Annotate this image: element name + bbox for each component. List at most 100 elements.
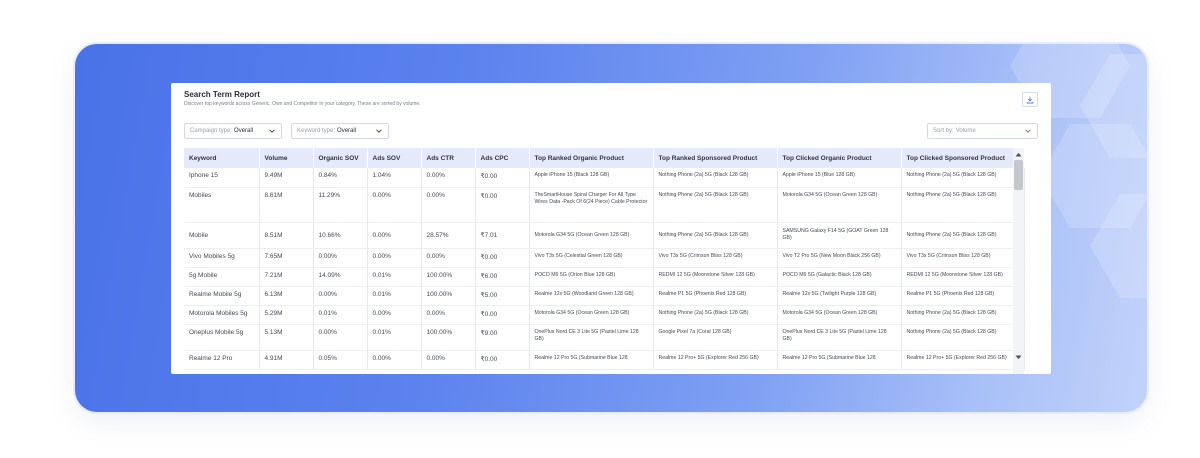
ads-ctr-cell: 0.00%: [421, 350, 476, 370]
top-clicked-organic-cell: POCO M6 5G (Galactic Black 128 GB): [777, 267, 902, 287]
ads-sov-cell: 0.00%: [367, 187, 422, 223]
scrollbar-thumb[interactable]: [1014, 160, 1023, 190]
download-button[interactable]: [1022, 92, 1038, 107]
table-row[interactable]: Iphone 15 9.49M 0.84% 1.04% 0.00% ₹0.00 …: [184, 168, 1025, 188]
column-header[interactable]: Top Ranked Organic Product: [529, 148, 654, 168]
ads-sov-cell: 0.00%: [367, 305, 422, 325]
table-row[interactable]: Motorola Mobiles 5g 5.29M 0.01% 0.00% 0.…: [184, 305, 1025, 325]
volume-cell: 5.29M: [259, 305, 314, 325]
top-ranked-sponsored-cell: REDMI 12 5G (Moonstone Silver 128 GB): [653, 267, 778, 287]
ads-cpc-cell: ₹7.01: [475, 222, 530, 249]
table-row[interactable]: Mobiles 8.61M 11.29% 0.00% 0.00% ₹0.00 T…: [184, 187, 1025, 223]
ads-ctr-cell: 100.00%: [421, 267, 476, 287]
top-clicked-sponsored-cell: Nothing Phone (2a) 5G (Black 128 GB): [901, 324, 1025, 351]
column-header[interactable]: Volume: [259, 148, 314, 168]
ads-ctr-cell: 100.00%: [421, 286, 476, 306]
organic-sov-cell: 0.00%: [313, 324, 368, 351]
top-clicked-sponsored-cell: Vivo T3x 5G (Crimson Bliss 128 GB): [901, 248, 1025, 268]
organic-sov-cell: 0.84%: [313, 168, 368, 188]
keyword-cell: Vivo Mobiles 5g: [184, 248, 260, 268]
top-clicked-sponsored-cell: Realme P1 5G (Phoenix Red 128 GB): [901, 286, 1025, 306]
organic-sov-cell: 0.00%: [313, 286, 368, 306]
organic-sov-cell: 0.00%: [313, 248, 368, 268]
keyword-cell: Motorola Mobiles 5g: [184, 305, 260, 325]
ads-cpc-cell: ₹0.00: [475, 187, 530, 223]
campaign-type-select[interactable]: Campaign type: Overall: [184, 123, 282, 139]
table-row[interactable]: 5g Mobile 7.21M 14.09% 0.01% 100.00% ₹6.…: [184, 267, 1025, 287]
chevron-down-icon: [376, 129, 382, 133]
top-ranked-sponsored-cell: Realme 12 Pro+ 5G (Explorer Red 256 GB): [653, 350, 778, 370]
volume-cell: 4.91M: [259, 350, 314, 370]
table-scrollbar[interactable]: [1013, 148, 1024, 374]
download-icon: [1026, 96, 1034, 103]
ads-sov-cell: 0.00%: [367, 248, 422, 268]
ads-cpc-cell: ₹0.00: [475, 248, 530, 268]
scroll-down-icon[interactable]: [1015, 355, 1022, 360]
top-clicked-organic-cell: OnePlus Nord CE 3 Lite 5G (Pastel Lime 1…: [777, 324, 902, 351]
column-header[interactable]: Ads SOV: [367, 148, 422, 168]
table-row[interactable]: Mobile 8.51M 10.66% 0.00% 28.57% ₹7.01 M…: [184, 222, 1025, 249]
table-row[interactable]: Realme 12 Pro 4.91M 0.05% 0.00% 0.00% ₹0…: [184, 350, 1025, 370]
top-clicked-sponsored-cell: Nothing Phone (2a) 5G (Black 128 GB): [901, 305, 1025, 325]
volume-cell: 5.13M: [259, 324, 314, 351]
column-header[interactable]: Ads CPC: [475, 148, 530, 168]
ads-sov-cell: 0.01%: [367, 324, 422, 351]
top-ranked-sponsored-cell: Google Pixel 7a (Coral 128 GB): [653, 324, 778, 351]
organic-sov-cell: 10.66%: [313, 222, 368, 249]
top-ranked-sponsored-cell: Nothing Phone (2a) 5G (Black 128 GB): [653, 222, 778, 249]
volume-cell: 8.61M: [259, 187, 314, 223]
column-header[interactable]: Organic SOV: [313, 148, 368, 168]
top-clicked-organic-cell: Apple iPhone 15 (Blue 128 GB): [777, 168, 902, 188]
ads-sov-cell: 0.00%: [367, 222, 422, 249]
top-clicked-organic-cell: Motorola G34 5G (Ocean Green 128 GB): [777, 305, 902, 325]
sort-by-select[interactable]: Sort by: Volume: [927, 123, 1038, 139]
top-ranked-sponsored-cell: Vivo T3x 5G (Crimson Bliss 128 GB): [653, 248, 778, 268]
ads-sov-cell: 0.00%: [367, 350, 422, 370]
top-ranked-sponsored-cell: Nothing Phone (2a) 5G (Black 128 GB): [653, 305, 778, 325]
keyword-cell: Realme Mobile 5g: [184, 286, 260, 306]
keyword-type-select[interactable]: Keyword type: Overall: [291, 123, 389, 139]
volume-cell: 6.13M: [259, 286, 314, 306]
top-ranked-organic-cell: Motorola G34 5G (Ocean Green 128 GB): [529, 222, 654, 249]
table-row[interactable]: Vivo Mobiles 5g 7.65M 0.00% 0.00% 0.00% …: [184, 248, 1025, 268]
keyword-cell: Iphone 15: [184, 168, 260, 188]
table-row[interactable]: Oneplus Mobile 5g 5.13M 0.00% 0.01% 100.…: [184, 324, 1025, 351]
column-header[interactable]: Keyword: [184, 148, 260, 168]
ads-ctr-cell: 0.00%: [421, 187, 476, 223]
chevron-down-icon: [269, 129, 275, 133]
top-ranked-organic-cell: TheSmartHouse Spiral Charger For All Typ…: [529, 187, 654, 223]
top-ranked-organic-cell: Realme 12 Pro 5G (Submarine Blue 128: [529, 350, 654, 370]
table-row[interactable]: Realme Mobile 5g 6.13M 0.00% 0.01% 100.0…: [184, 286, 1025, 306]
search-term-table: Keyword Volume Organic SOV Ads SOV Ads C…: [184, 148, 1037, 374]
ads-ctr-cell: 0.00%: [421, 305, 476, 325]
report-subtitle: Discover top keywords across Generic, Ow…: [184, 101, 421, 107]
scroll-up-icon[interactable]: [1015, 152, 1022, 157]
top-ranked-organic-cell: OnePlus Nord CE 3 Lite 5G (Pastel Lime 1…: [529, 324, 654, 351]
volume-cell: 7.21M: [259, 267, 314, 287]
column-header[interactable]: Top Clicked Organic Product: [777, 148, 902, 168]
chevron-down-icon: [1025, 129, 1031, 133]
sort-by-value: Volume: [955, 128, 976, 134]
ads-cpc-cell: ₹0.00: [475, 350, 530, 370]
top-clicked-sponsored-cell: REDMI 12 5G (Moonstone Silver 128 GB): [901, 267, 1025, 287]
ads-ctr-cell: 100.00%: [421, 324, 476, 351]
keyword-type-label: Keyword type:: [297, 128, 336, 134]
top-ranked-sponsored-cell: Nothing Phone (2a) 5G (Black 128 GB): [653, 187, 778, 223]
ads-cpc-cell: ₹5.00: [475, 286, 530, 306]
column-header[interactable]: Ads CTR: [421, 148, 476, 168]
ads-cpc-cell: ₹0.00: [475, 168, 530, 188]
organic-sov-cell: 0.01%: [313, 305, 368, 325]
ads-sov-cell: 0.01%: [367, 267, 422, 287]
volume-cell: 9.49M: [259, 168, 314, 188]
top-clicked-organic-cell: Vivo T2 Pro 5G (New Moon Black 256 GB): [777, 248, 902, 268]
ads-sov-cell: 0.01%: [367, 286, 422, 306]
top-clicked-sponsored-cell: Nothing Phone (2a) 5G (Black 128 GB): [901, 187, 1025, 223]
column-header[interactable]: Top Clicked Sponsored Product: [901, 148, 1025, 168]
column-header[interactable]: Top Ranked Sponsored Product: [653, 148, 778, 168]
keyword-cell: Mobile: [184, 222, 260, 249]
volume-cell: 8.51M: [259, 222, 314, 249]
top-ranked-organic-cell: Apple iPhone 15 (Black 128 GB): [529, 168, 654, 188]
organic-sov-cell: 11.29%: [313, 187, 368, 223]
top-clicked-organic-cell: Motorola G34 5G (Ocean Green 128 GB): [777, 187, 902, 223]
top-ranked-organic-cell: Realme 12x 5G (Woodland Green 128 GB): [529, 286, 654, 306]
